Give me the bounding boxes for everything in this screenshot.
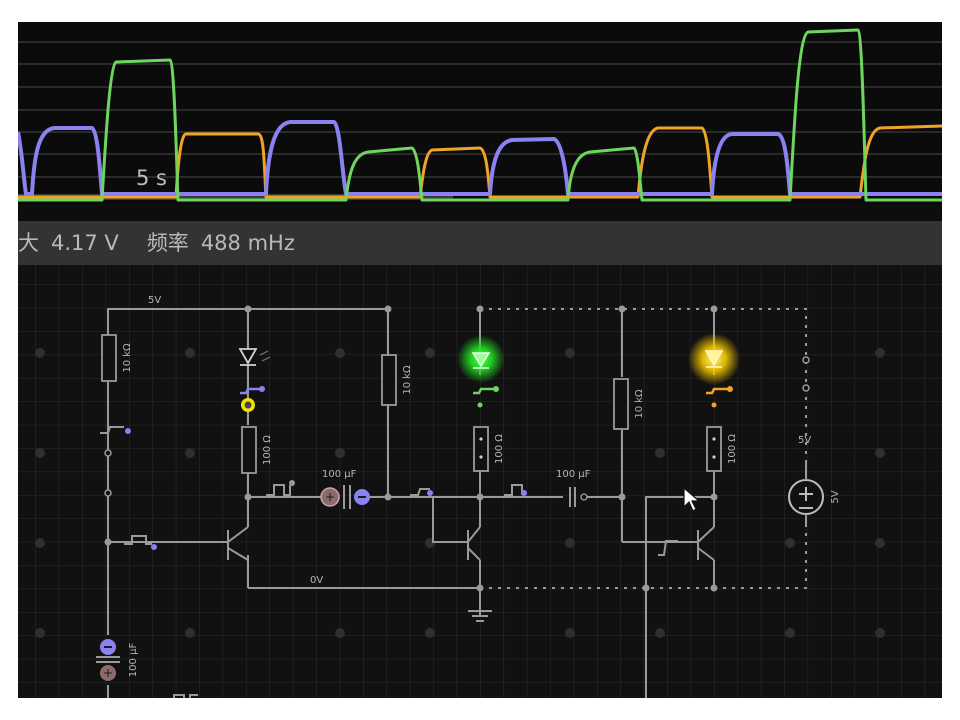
resistor-r-led3 [706,426,722,472]
freq-label: 频率 [146,231,189,255]
max-value: 4.17 V [51,231,119,255]
c1-label: 100 µF [322,469,357,480]
source-side-label: 5V [830,490,841,503]
svg-text:+: + [103,666,113,680]
mouse-cursor-icon [683,487,701,512]
r-led2-label: 100 Ω [494,434,505,464]
supply-label: 5V [148,295,161,306]
resistor-r-left [101,334,117,382]
r-left-label: 10 kΩ [122,343,133,373]
time-scale-label: 5 s [136,166,167,190]
svg-text:+: + [325,490,335,504]
freq-value: 488 mHz [200,231,295,255]
ground-label: 0V [310,575,323,586]
max-label: 大 [18,231,39,255]
resistor-r-mid [381,354,397,406]
r-led1-label: 100 Ω [262,435,273,465]
resistor-r-led1 [241,426,257,474]
r-mid-label: 10 kΩ [402,365,413,395]
oscilloscope-panel[interactable]: 5 s [18,22,942,205]
resistor-r-right [613,378,629,430]
resistor-r-led2 [473,426,489,472]
simulator-window: 5 s 大 4.17 V 频率 488 mHz + + 5V 0V 10 kΩ … [18,22,942,698]
source-top-label: 5V [798,435,811,446]
r-right-label: 10 kΩ [634,389,645,419]
c3-label: 100 µF [128,643,139,678]
measurement-readout: 大 4.17 V 频率 488 mHz [18,221,942,265]
r-led3-label: 100 Ω [727,434,738,464]
circuit-canvas[interactable]: + + 5V 0V 10 kΩ 100 Ω 10 kΩ 100 Ω 10 kΩ … [18,265,942,698]
c2-label: 100 µF [556,469,591,480]
